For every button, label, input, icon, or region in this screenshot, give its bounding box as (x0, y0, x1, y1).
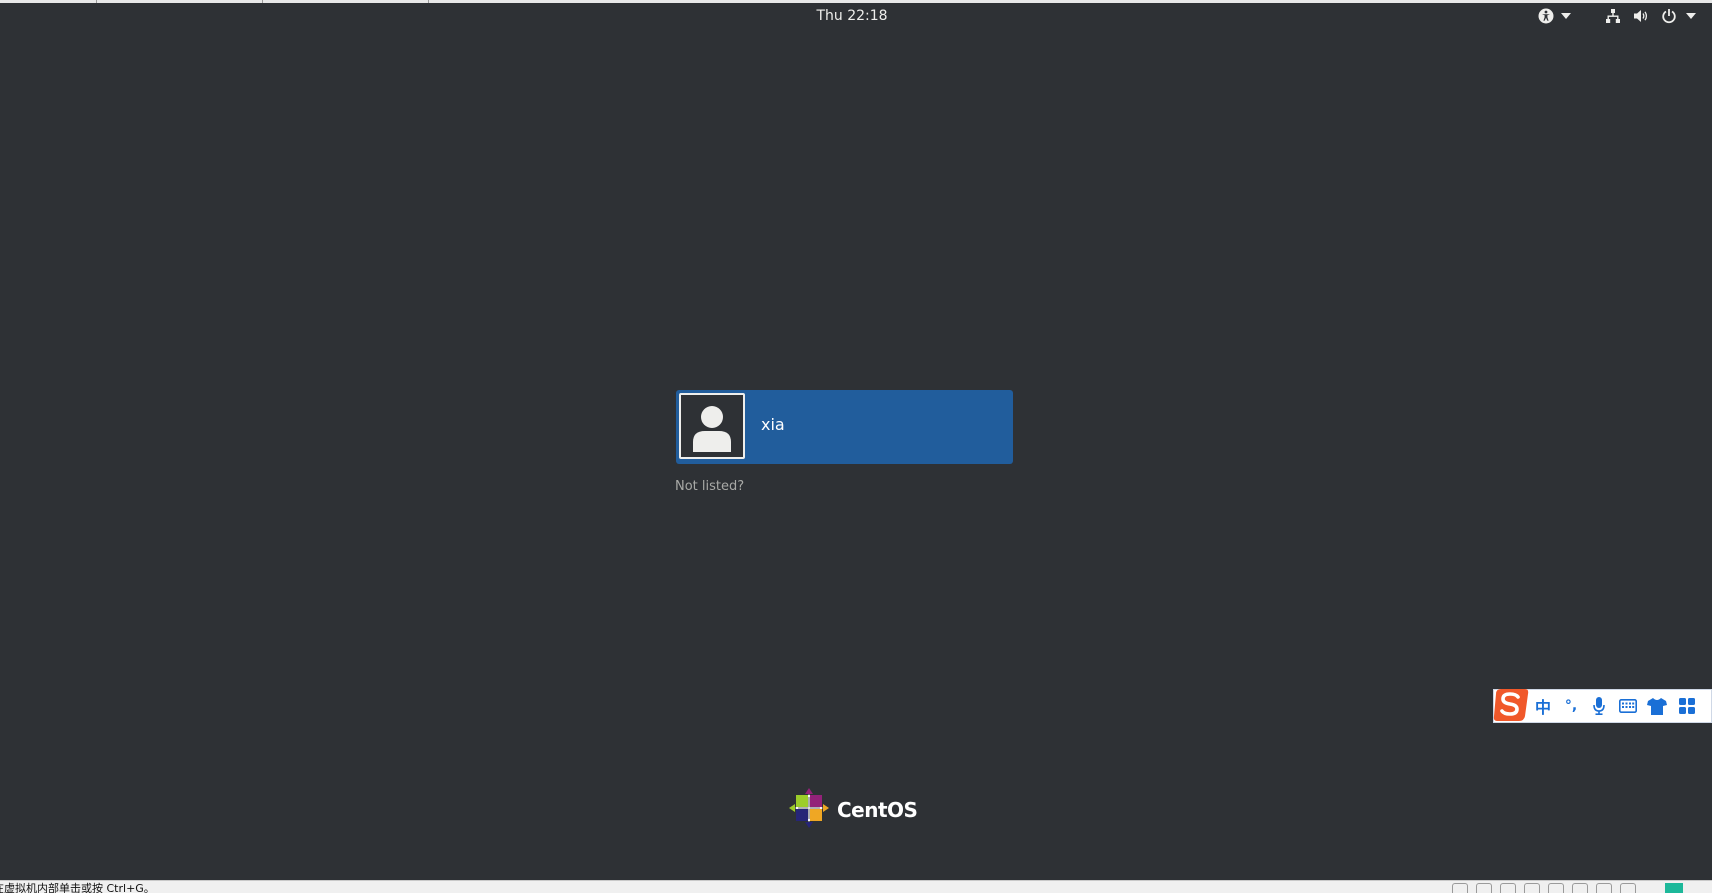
user-avatar-icon (681, 406, 743, 457)
vm-screen[interactable]: Thu 22:18 xia Not listed? CentOS 中 °, 虚拟… (0, 0, 1712, 893)
microphone-icon[interactable] (1588, 696, 1610, 716)
vm-status-indicator (1665, 883, 1683, 893)
network-adapter-icon[interactable] (1500, 883, 1516, 893)
display-icon[interactable] (1620, 883, 1636, 893)
vm-device-icons (1452, 883, 1636, 893)
skin-icon[interactable] (1646, 696, 1668, 716)
cd-icon[interactable] (1476, 883, 1492, 893)
printer-icon[interactable] (1572, 883, 1588, 893)
username-label: xia (761, 415, 785, 434)
toolbox-icon[interactable] (1676, 696, 1698, 716)
user-avatar (679, 393, 745, 459)
top-bar: Thu 22:18 (0, 3, 1712, 30)
vm-status-hint: 要将输入定向到该虚拟机，请在虚拟机内部单击或按 Ctrl+G。 (0, 882, 155, 893)
usb-icon[interactable] (1524, 883, 1540, 893)
user-list-item[interactable]: xia (676, 390, 1013, 464)
sogou-logo-icon[interactable] (1492, 686, 1530, 724)
network-icon (1605, 8, 1621, 24)
display-icon[interactable] (1596, 883, 1612, 893)
not-listed-button[interactable]: Not listed? (675, 479, 744, 495)
ime-mode-toggle[interactable]: 中 (1532, 696, 1554, 717)
accessibility-menu[interactable] (1534, 7, 1574, 25)
ime-punctuation-toggle[interactable]: °, (1560, 696, 1582, 716)
volume-icon (1633, 8, 1649, 24)
accessibility-icon (1538, 8, 1554, 24)
centos-logo-icon (788, 787, 830, 833)
hard-disk-icon[interactable] (1452, 883, 1468, 893)
chevron-down-icon (1560, 13, 1571, 19)
centos-logo-text: CentOS (837, 798, 918, 822)
chevron-down-icon (1685, 13, 1696, 19)
keyboard-icon[interactable] (1617, 696, 1639, 716)
system-menu[interactable] (1600, 7, 1700, 25)
vm-status-bar: 要将输入定向到该虚拟机，请在虚拟机内部单击或按 Ctrl+G。 (0, 880, 1712, 893)
power-icon (1661, 8, 1677, 24)
ime-toolbar[interactable]: 中 °, (1493, 689, 1712, 723)
centos-logo: CentOS (788, 787, 918, 833)
clock[interactable]: Thu 22:18 (790, 7, 914, 25)
sound-icon[interactable] (1548, 883, 1564, 893)
